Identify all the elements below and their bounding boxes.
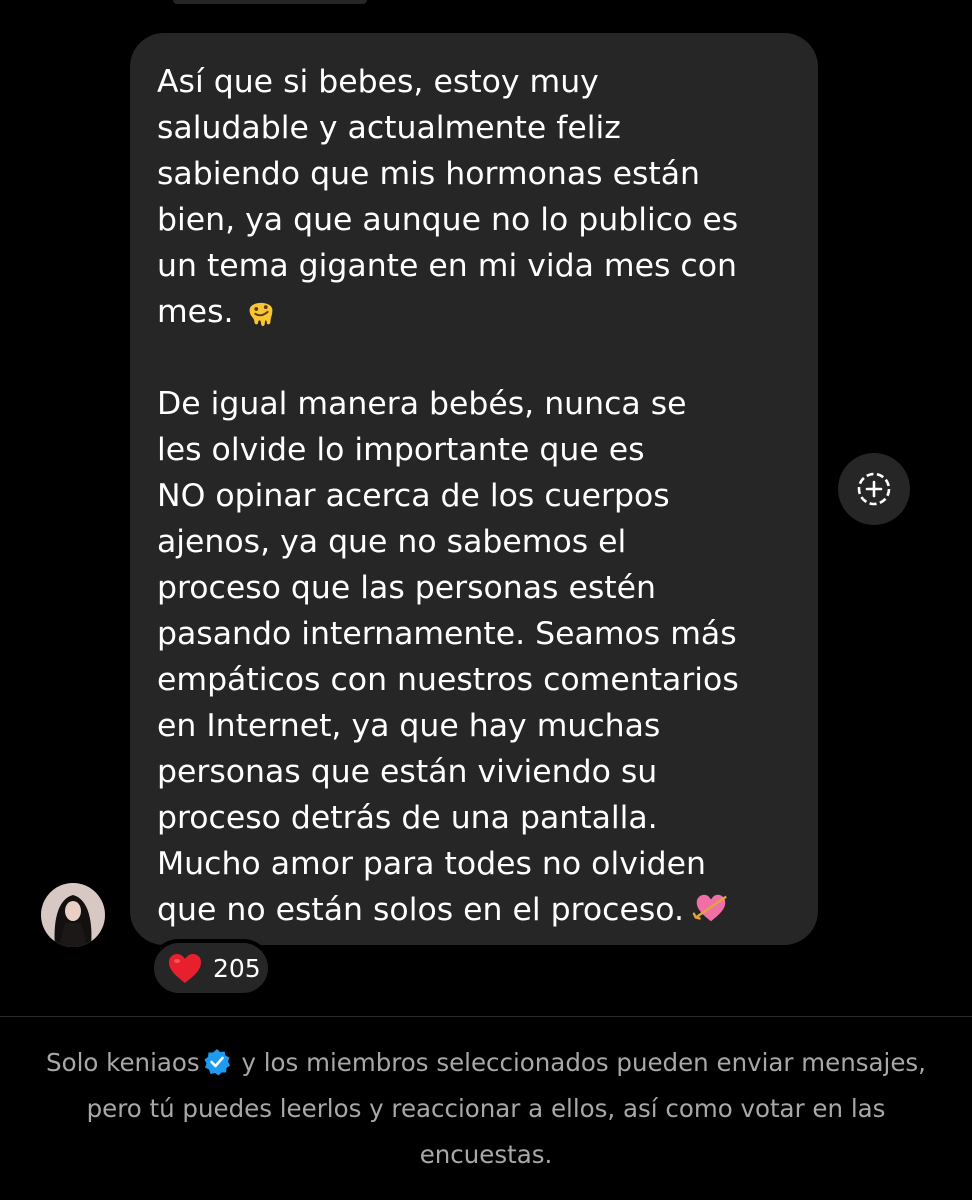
reaction-pill[interactable]: 205 xyxy=(150,939,272,997)
melting-face-emoji-icon xyxy=(249,302,272,327)
red-heart-icon xyxy=(169,953,201,983)
verified-badge-icon xyxy=(204,1049,230,1076)
reaction-count: 205 xyxy=(213,953,261,983)
footer-prefix: Solo keniaos xyxy=(46,1048,200,1077)
avatar-photo xyxy=(41,883,105,947)
message-bubble[interactable]: Así que si bebes, estoy muy saludable y … xyxy=(130,33,818,945)
message-paragraph-1: Así que si bebes, estoy muy saludable y … xyxy=(157,59,798,335)
add-reaction-button[interactable] xyxy=(838,453,910,525)
message-paragraph-2: De igual manera bebés, nunca se les olvi… xyxy=(157,381,798,933)
broadcast-info-text: Solo keniaos y los miembros seleccionado… xyxy=(20,1040,952,1178)
footer-divider xyxy=(0,1016,972,1017)
previous-message-edge xyxy=(173,0,367,4)
heart-with-arrow-emoji-icon xyxy=(692,894,727,922)
add-reaction-icon xyxy=(857,472,891,506)
message-paragraph-2-text: De igual manera bebés, nunca se les olvi… xyxy=(157,386,739,928)
sender-avatar[interactable] xyxy=(41,883,105,947)
